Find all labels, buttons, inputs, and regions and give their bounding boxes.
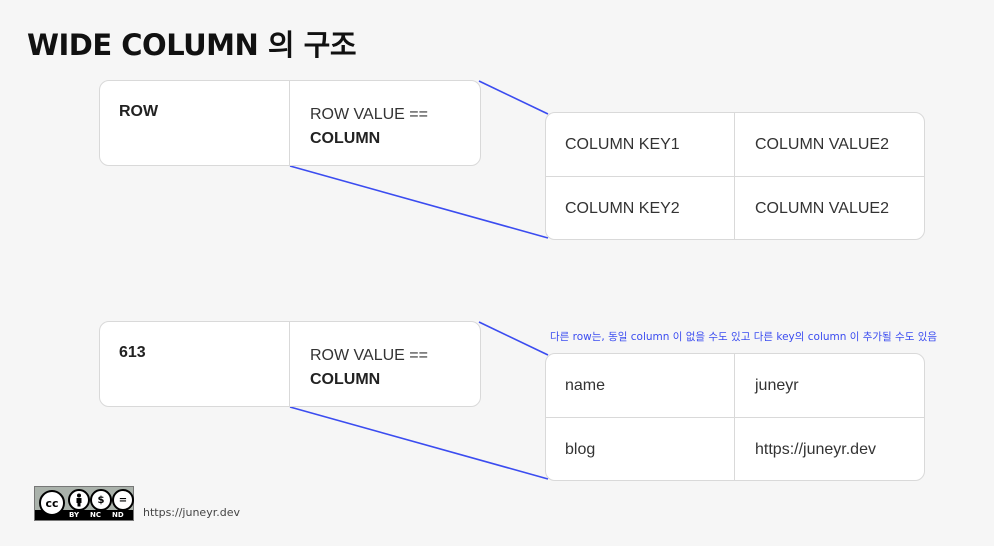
column-value: COLUMN VALUE2 [755, 199, 889, 217]
row-value-line2: COLUMN [310, 130, 381, 147]
cc-label-nd: ND [112, 511, 124, 519]
row-value-line1: ROW VALUE == [310, 347, 428, 364]
cc-icon: cc [39, 490, 65, 516]
column-row: name juneyr [546, 354, 924, 417]
column-key: blog [546, 418, 735, 480]
cc-label-nc: NC [90, 511, 102, 519]
license-url[interactable]: https://juneyr.dev [143, 506, 240, 519]
column-row: COLUMN KEY1 COLUMN VALUE2 [546, 113, 924, 176]
annotation-note: 다른 row는, 동일 column 이 없을 수도 있고 다른 key의 co… [550, 331, 938, 343]
row-box: ROW ROW VALUE == COLUMN [99, 80, 481, 166]
cc-license-badge: cc $ = BY NC ND [34, 486, 134, 521]
row-value: ROW VALUE == COLUMN [290, 81, 480, 165]
row-box: 613 ROW VALUE == COLUMN [99, 321, 481, 407]
connector-line [289, 406, 549, 480]
column-key: COLUMN KEY2 [546, 177, 735, 239]
row-value: ROW VALUE == COLUMN [290, 322, 480, 406]
cc-label-by: BY [69, 511, 80, 519]
noncommercial-icon: $ [90, 489, 112, 511]
row-value-line1: ROW VALUE == [310, 106, 428, 123]
column-box: name juneyr blog https://juneyr.dev [545, 353, 925, 481]
attribution-icon [68, 489, 90, 511]
column-value: COLUMN VALUE2 [755, 135, 889, 153]
column-key: name [546, 354, 735, 417]
column-value: https://juneyr.dev [755, 440, 876, 458]
connector-line [478, 321, 549, 356]
column-value: juneyr [755, 376, 799, 394]
column-box: COLUMN KEY1 COLUMN VALUE2 COLUMN KEY2 CO… [545, 112, 925, 240]
column-row: blog https://juneyr.dev [546, 417, 924, 480]
noderivatives-icon: = [112, 489, 134, 511]
connector-line [478, 80, 549, 115]
column-row: COLUMN KEY2 COLUMN VALUE2 [546, 176, 924, 239]
column-key: COLUMN KEY1 [546, 113, 735, 176]
connector-line [289, 165, 549, 239]
row-key: ROW [100, 81, 290, 165]
row-value-line2: COLUMN [310, 371, 381, 388]
row-key: 613 [100, 322, 290, 406]
